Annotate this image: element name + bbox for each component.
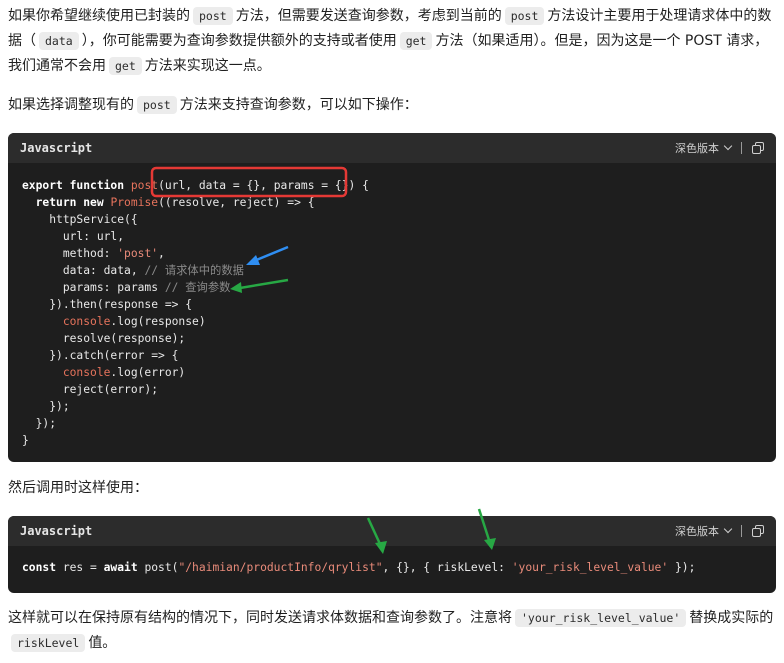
code-header: Javascript 深色版本 (8, 133, 776, 163)
code-language-label: Javascript (20, 524, 93, 538)
chevron-down-icon (723, 141, 733, 151)
code-tools: 深色版本 (675, 523, 764, 539)
text: ），你可能需要为查询参数提供额外的支持或者使用 (81, 33, 397, 49)
inline-code: data (39, 32, 79, 50)
code-tools: 深色版本 (675, 140, 764, 156)
inline-code: get (109, 57, 142, 75)
text: 这样就可以在保持原有结构的情况下，同时发送请求体数据和查询参数了。注意将 (8, 610, 512, 626)
code-block-usage: Javascript 深色版本 const res = await post("… (8, 516, 776, 593)
intro-paragraph: 如果你希望继续使用已封装的 post 方法，但需要发送查询参数，考虑到当前的 post… (8, 4, 778, 79)
text: 替换成实际的 (689, 610, 774, 626)
text: 方法来支持查询参数，可以如下操作： (179, 97, 418, 113)
code-content: export function post(url, data = {}, par… (22, 179, 369, 447)
theme-toggle-button[interactable]: 深色版本 (675, 523, 733, 539)
adjust-paragraph: 如果选择调整现有的 post 方法来支持查询参数，可以如下操作： (8, 93, 778, 118)
inline-code: 'your_risk_level_value' (515, 609, 687, 627)
text: 如果选择调整现有的 (8, 97, 134, 113)
code-block-post-function: Javascript 深色版本 export function post(url… (8, 133, 776, 462)
text: 方法来实现这一点。 (144, 58, 271, 74)
text: 方法，但需要发送查询参数，考虑到当前的 (235, 8, 502, 24)
theme-label: 深色版本 (675, 525, 719, 538)
code-language-label: Javascript (20, 141, 93, 155)
text: 然后调用时这样使用： (8, 480, 148, 496)
text: 如果你希望继续使用已封装的 (8, 8, 190, 24)
divider (741, 142, 742, 154)
code-header: Javascript 深色版本 (8, 516, 776, 546)
inline-code: post (137, 96, 177, 114)
divider (741, 525, 742, 537)
inline-code: post (504, 7, 545, 25)
theme-toggle-button[interactable]: 深色版本 (675, 140, 733, 156)
summary-paragraph: 这样就可以在保持原有结构的情况下，同时发送请求体数据和查询参数了。注意将'you… (8, 606, 778, 656)
inline-code: get (399, 32, 433, 50)
inline-code: riskLevel (11, 634, 86, 652)
text: 值。 (88, 635, 117, 651)
copy-icon[interactable] (752, 525, 764, 537)
theme-label: 深色版本 (675, 142, 719, 155)
copy-icon[interactable] (752, 142, 764, 154)
inline-code: post (193, 7, 233, 25)
chevron-down-icon (723, 524, 733, 534)
usage-paragraph: 然后调用时这样使用： (8, 476, 778, 501)
code-content: const res = await post("/haimian/product… (22, 561, 696, 574)
